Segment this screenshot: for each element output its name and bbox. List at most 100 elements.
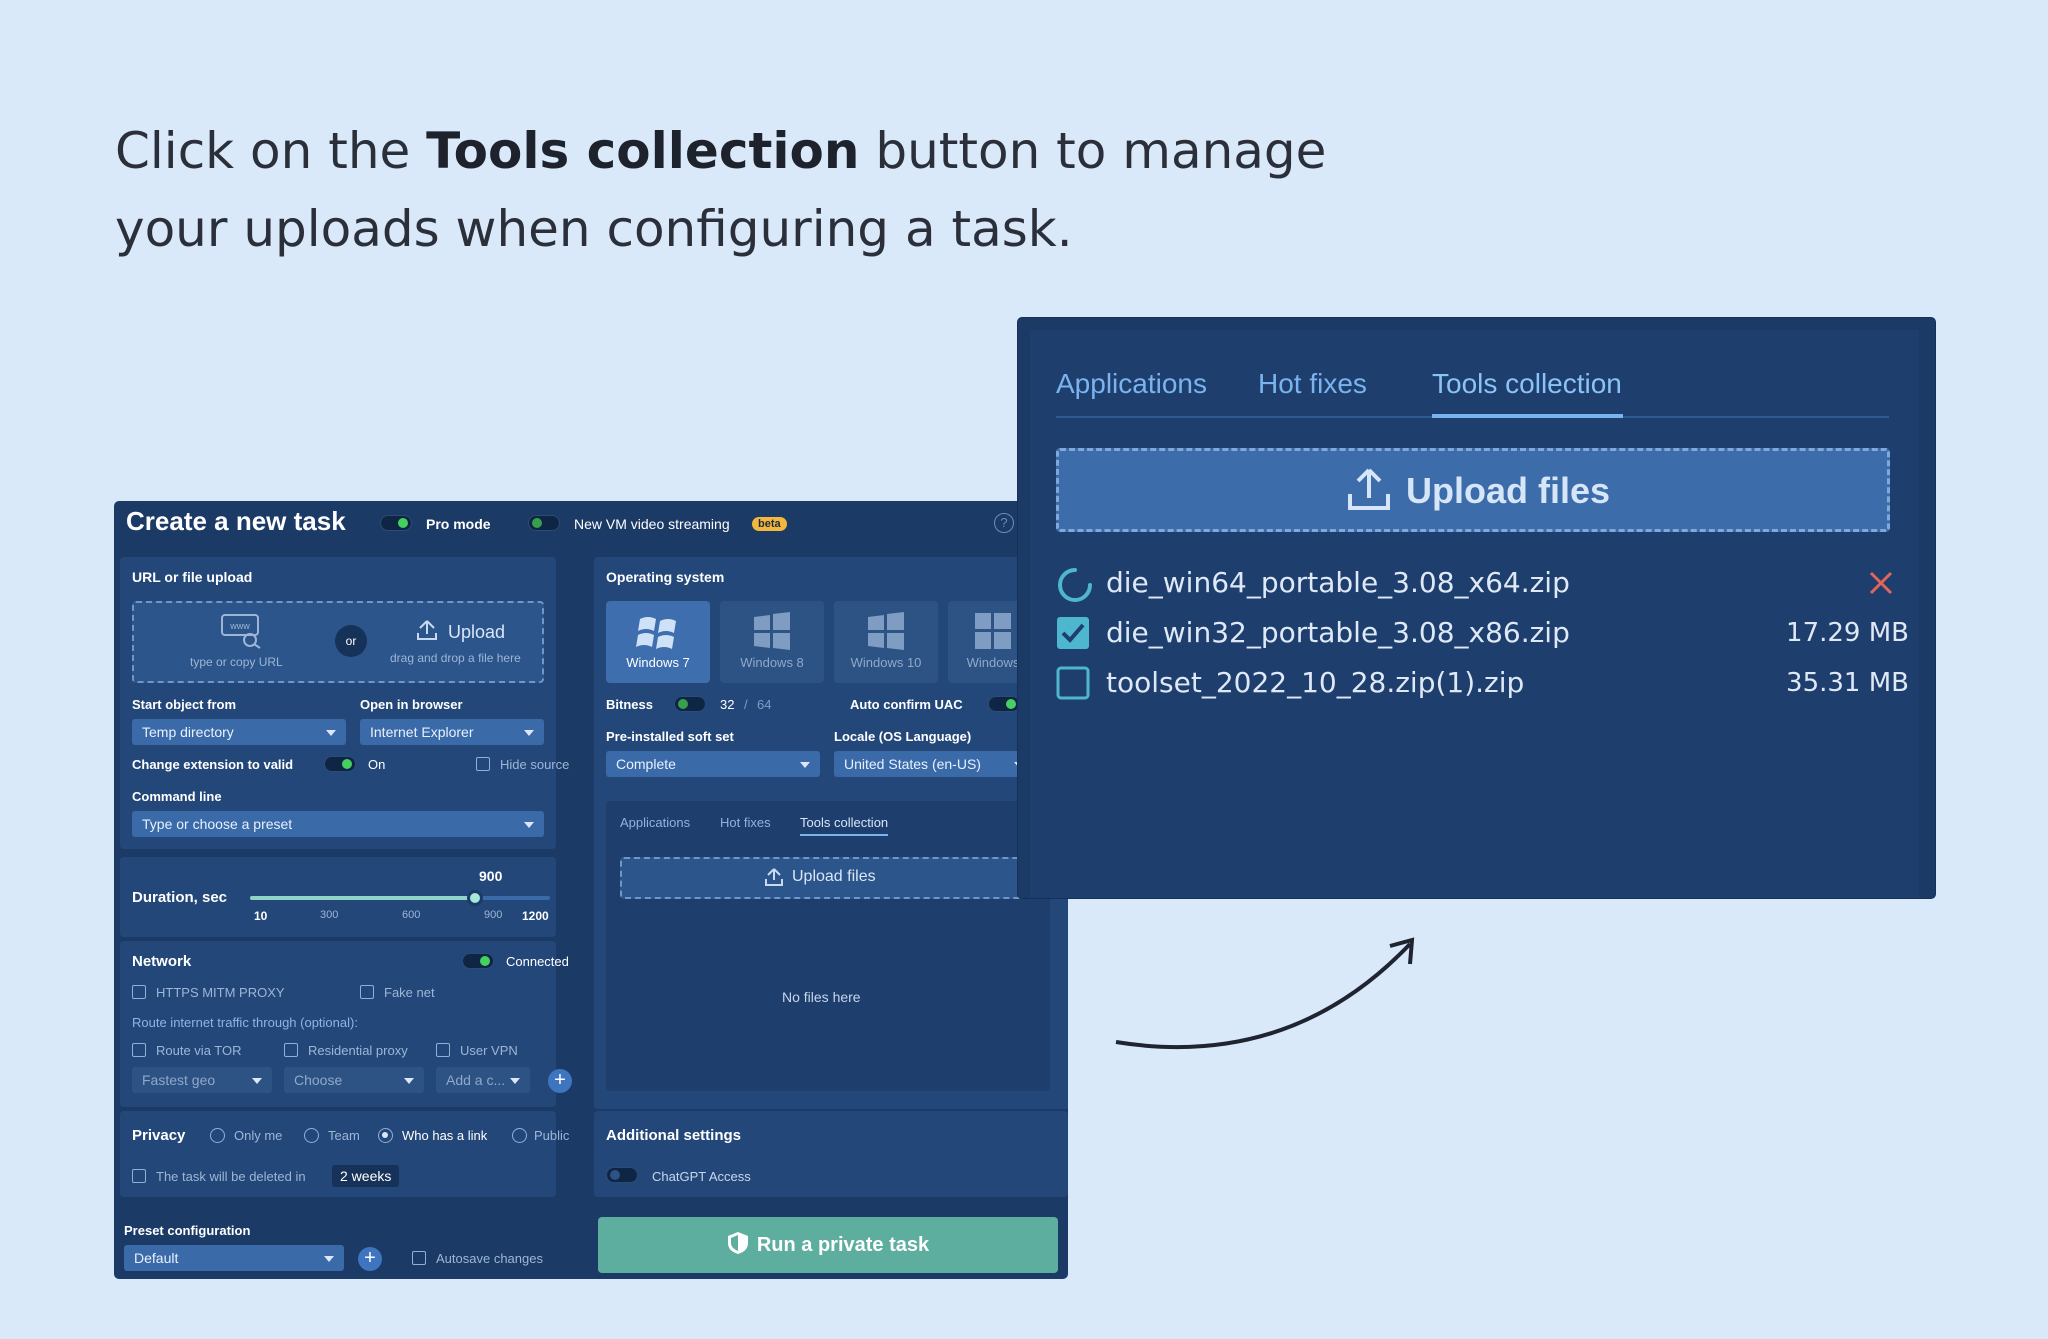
autosave-label: Autosave changes — [436, 1251, 543, 1266]
geo-select[interactable]: Fastest geo — [132, 1067, 272, 1093]
small-tab-applications[interactable]: Applications — [620, 815, 690, 830]
vpn-checkbox[interactable] — [436, 1043, 450, 1057]
privacy-only-me-label: Only me — [234, 1128, 283, 1143]
tab-tools-collection[interactable]: Tools collection — [1432, 368, 1622, 400]
proxy-select[interactable]: Choose — [284, 1067, 424, 1093]
shield-icon — [727, 1232, 748, 1254]
small-tab-hotfixes[interactable]: Hot fixes — [720, 815, 771, 830]
checkbox-unchecked-icon[interactable] — [1056, 666, 1090, 700]
upload-icon — [417, 620, 437, 640]
task-title: Create a new task — [126, 506, 346, 536]
os-windows-11-label: Windows — [966, 655, 1020, 670]
add-preset-button[interactable]: + — [358, 1247, 382, 1271]
pointer-arrow-icon — [1115, 937, 1415, 1050]
fake-net-checkbox[interactable] — [360, 985, 374, 999]
privacy-public-label: Public — [534, 1128, 570, 1143]
vm-streaming-toggle[interactable] — [528, 515, 560, 531]
file-size-2: 17.29 MB — [1786, 618, 1909, 648]
fake-net-label: Fake net — [384, 985, 435, 1000]
privacy-label: Privacy — [132, 1127, 186, 1144]
run-task-label: Run a private task — [756, 1234, 930, 1256]
small-upload-label: Upload files — [792, 868, 876, 885]
residential-label: Residential proxy — [308, 1043, 408, 1058]
pro-mode-toggle[interactable] — [380, 515, 412, 531]
os-label: Operating system — [606, 569, 725, 585]
small-upload-icon — [765, 868, 783, 886]
instruction-text: Click on the Tools collection button to … — [115, 122, 1327, 258]
add-vpn-button[interactable]: + — [548, 1069, 572, 1093]
duration-max: 1200 — [522, 909, 549, 923]
change-ext-toggle[interactable] — [324, 756, 356, 772]
duration-tick-300: 300 — [320, 909, 339, 921]
start-object-label: Start object from — [132, 697, 237, 712]
residential-checkbox[interactable] — [284, 1043, 298, 1057]
task-titlebar: Create a new task Pro mode New VM video … — [114, 501, 1068, 547]
https-mitm-label: HTTPS MITM PROXY — [156, 985, 285, 1000]
tools-collection-zoom: Applications Hot fixes Tools collection … — [1018, 318, 1935, 898]
hide-source-checkbox[interactable] — [476, 757, 490, 771]
preset-label: Preset configuration — [124, 1223, 251, 1238]
privacy-team-label: Team — [328, 1128, 360, 1143]
chatgpt-toggle[interactable] — [606, 1167, 638, 1183]
bitness-64: 64 — [757, 697, 772, 712]
command-line-select[interactable]: Type or choose a preset — [132, 811, 544, 837]
os-windows-8[interactable]: Windows 8 — [720, 601, 824, 683]
upload-hint: drag and drop a file here — [390, 651, 521, 665]
small-tab-tools-collection[interactable]: Tools collection — [800, 815, 889, 836]
preset-select[interactable]: Default — [124, 1245, 344, 1271]
privacy-public-radio[interactable] — [512, 1128, 527, 1143]
browser-select[interactable]: Internet Explorer — [360, 719, 544, 745]
delete-checkbox[interactable] — [132, 1169, 146, 1183]
tor-checkbox[interactable] — [132, 1043, 146, 1057]
autosave-checkbox[interactable] — [412, 1251, 426, 1265]
duration-slider-handle[interactable] — [467, 890, 483, 906]
locale-label: Locale (OS Language) — [834, 729, 972, 744]
duration-min: 10 — [254, 909, 268, 923]
locale-select[interactable]: United States (en-US) — [834, 751, 1034, 777]
loading-spinner-icon — [1058, 568, 1092, 602]
os-windows-10[interactable]: Windows 10 — [834, 601, 938, 683]
file-name-3: toolset_2022_10_28.zip(1).zip — [1106, 666, 1525, 699]
tab-hotfixes[interactable]: Hot fixes — [1258, 368, 1367, 400]
browser-label: Open in browser — [360, 697, 463, 712]
duration-slider-track[interactable] — [250, 890, 550, 906]
https-mitm-checkbox[interactable] — [132, 985, 146, 999]
tab-applications[interactable]: Applications — [1056, 368, 1207, 400]
bitness-label: Bitness — [606, 697, 653, 712]
os-windows-7[interactable]: Windows 7 — [606, 601, 710, 683]
hide-source-label: Hide source — [500, 757, 570, 772]
change-ext-state: On — [368, 757, 386, 772]
duration-slider-fill — [250, 896, 475, 900]
os-windows-7-label: Windows 7 — [626, 655, 690, 670]
delete-period[interactable]: 2 weeks — [332, 1165, 400, 1187]
bitness-toggle[interactable] — [674, 696, 706, 712]
no-files-text: No files here — [782, 989, 861, 1005]
run-task-button[interactable]: Run a private task — [598, 1217, 1058, 1273]
privacy-only-me-radio[interactable] — [210, 1128, 225, 1143]
pro-mode-label: Pro mode — [426, 516, 491, 532]
privacy-team-radio[interactable] — [304, 1128, 319, 1143]
windows-8-icon — [754, 612, 790, 650]
start-object-select[interactable]: Temp directory — [132, 719, 346, 745]
uac-toggle[interactable] — [988, 696, 1020, 712]
help-icon[interactable]: ? — [994, 513, 1014, 533]
checkbox-checked-icon[interactable] — [1056, 616, 1090, 650]
vm-streaming-label: New VM video streaming — [574, 516, 730, 532]
beta-badge: beta — [752, 517, 787, 531]
vpn-select[interactable]: Add a c... — [436, 1067, 530, 1093]
file-size-3: 35.31 MB — [1786, 668, 1909, 698]
upload-label[interactable]: Upload — [448, 622, 505, 643]
bitness-32: 32 — [720, 697, 735, 712]
network-status: Connected — [506, 954, 569, 969]
change-ext-label: Change extension to valid — [132, 757, 294, 772]
close-icon[interactable] — [1868, 570, 1894, 596]
instruction-bold: Tools collection — [426, 122, 860, 180]
privacy-link-radio[interactable] — [378, 1128, 393, 1143]
vpn-label: User VPN — [460, 1043, 518, 1058]
duration-label: Duration, sec — [132, 889, 228, 906]
softset-select[interactable]: Complete — [606, 751, 820, 777]
privacy-link-label: Who has a link — [402, 1128, 488, 1143]
route-label: Route internet traffic through (optional… — [132, 1015, 358, 1030]
network-toggle[interactable] — [462, 953, 494, 969]
chatgpt-label: ChatGPT Access — [652, 1169, 751, 1184]
